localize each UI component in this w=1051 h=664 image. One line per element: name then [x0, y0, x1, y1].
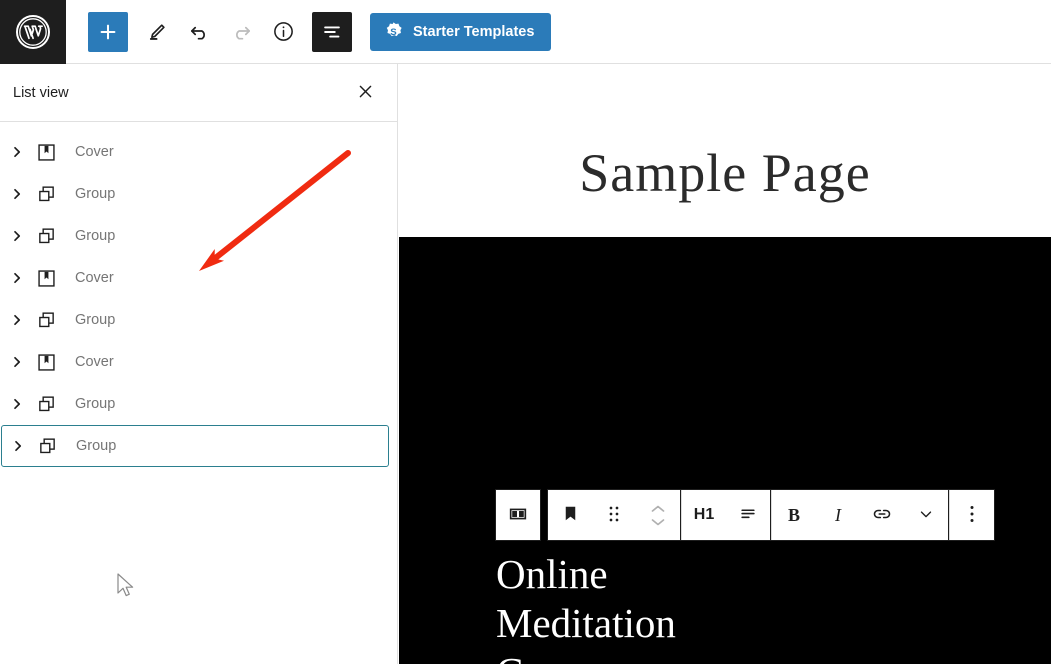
parent-block-segment [495, 489, 541, 541]
list-item-label: Group [75, 396, 116, 412]
block-list: Cover Group Group Cover Group Cover Grou… [0, 122, 397, 467]
more-formatting-button[interactable] [904, 490, 948, 540]
undo-button[interactable] [179, 12, 219, 52]
align-text-icon [738, 504, 758, 527]
block-toolbar: H1 B I [495, 489, 995, 541]
chevron-down-icon [917, 505, 935, 526]
list-item-cover[interactable]: Cover [0, 341, 391, 383]
block-mover-segment [547, 489, 681, 541]
group-block-icon [34, 308, 58, 332]
list-view-header: List view [0, 64, 397, 122]
details-button[interactable] [263, 12, 303, 52]
cover-block-icon [34, 350, 58, 374]
chevron-right-icon[interactable] [4, 307, 30, 333]
chevron-right-icon[interactable] [4, 349, 30, 375]
block-options-segment [949, 489, 995, 541]
list-item-label: Group [75, 312, 116, 328]
align-text-button[interactable] [726, 490, 770, 540]
italic-button[interactable]: I [816, 490, 860, 540]
chevron-right-icon[interactable] [4, 139, 30, 165]
cover-heading-line: Meditation [496, 600, 676, 646]
top-bar-tools: S Starter Templates [66, 11, 552, 52]
cover-block-icon [34, 140, 58, 164]
starter-templates-button[interactable]: S Starter Templates [370, 12, 552, 51]
italic-icon: I [835, 504, 841, 525]
chevron-right-icon[interactable] [4, 223, 30, 249]
group-block-icon [34, 182, 58, 206]
h1-icon: H1 [693, 506, 715, 523]
drag-handle[interactable] [592, 490, 636, 540]
cover-block-icon [34, 266, 58, 290]
wordpress-logo-icon[interactable] [0, 0, 66, 64]
list-view-button[interactable] [312, 11, 352, 52]
bold-button[interactable]: B [772, 490, 816, 540]
drag-dots-icon [607, 504, 621, 527]
list-item-cover[interactable]: Cover [0, 131, 391, 173]
starter-templates-icon: S [383, 21, 404, 42]
block-options-button[interactable] [950, 490, 994, 540]
cover-block-toolbar-icon [507, 503, 529, 528]
group-block-icon [35, 434, 59, 458]
close-icon [357, 83, 374, 103]
editor-canvas: Sample Page Online Meditation Courses [399, 64, 1051, 664]
close-list-view-button[interactable] [350, 78, 380, 108]
wordpress-block-editor: S Starter Templates List view Cover Grou… [0, 0, 1051, 664]
starter-templates-label: Starter Templates [413, 23, 535, 40]
list-item-group[interactable]: Group [0, 215, 391, 257]
cover-heading[interactable]: Online Meditation Courses [496, 550, 676, 664]
group-block-icon [34, 224, 58, 248]
chevron-right-icon[interactable] [4, 265, 30, 291]
tools-button[interactable] [137, 12, 177, 52]
cover-block[interactable]: Online Meditation Courses [399, 237, 1051, 664]
cover-heading-line: Courses [496, 648, 676, 664]
list-item-label: Group [76, 438, 117, 454]
heading-block-icon [561, 504, 580, 526]
three-dots-vertical-icon [969, 504, 975, 527]
redo-button[interactable] [221, 12, 261, 52]
editor-top-bar: S Starter Templates [0, 0, 1051, 64]
list-view-title: List view [13, 84, 69, 101]
select-parent-cover-button[interactable] [496, 490, 540, 540]
heading-format-segment: H1 [681, 489, 771, 541]
list-item-cover[interactable]: Cover [0, 257, 391, 299]
svg-text:S: S [390, 27, 397, 38]
list-item-group[interactable]: Group [0, 383, 391, 425]
link-button[interactable] [860, 490, 904, 540]
add-block-button[interactable] [88, 11, 128, 52]
link-icon [871, 503, 893, 528]
list-item-label: Cover [75, 354, 114, 370]
list-item-group[interactable]: Group [0, 299, 391, 341]
list-item-label: Cover [75, 144, 114, 160]
heading-level-button[interactable]: H1 [682, 490, 726, 540]
list-item-label: Group [75, 228, 116, 244]
chevron-right-icon[interactable] [4, 181, 30, 207]
group-block-icon [34, 392, 58, 416]
list-item-label: Cover [75, 270, 114, 286]
list-item-label: Group [75, 186, 116, 202]
list-item-group[interactable]: Group [1, 425, 389, 467]
list-view-panel: List view Cover Group Group Cover Group … [0, 64, 398, 664]
list-item-group[interactable]: Group [0, 173, 391, 215]
move-up-down-icon [650, 505, 666, 526]
chevron-right-icon[interactable] [4, 391, 30, 417]
page-title: Sample Page [579, 143, 871, 203]
chevron-right-icon[interactable] [5, 433, 31, 459]
change-block-type-button[interactable] [548, 490, 592, 540]
move-block-buttons[interactable] [636, 490, 680, 540]
bold-icon: B [787, 504, 800, 525]
inline-format-segment: B I [771, 489, 949, 541]
cover-heading-line: Online [496, 551, 608, 597]
